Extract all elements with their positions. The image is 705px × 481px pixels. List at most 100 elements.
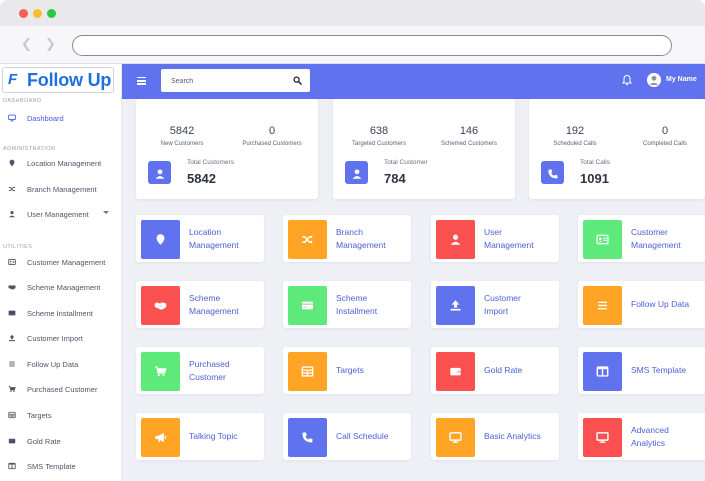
tile-label-line: Management [631,239,681,250]
map-pin-icon [154,233,167,246]
sidebar-item-label: Customer Management [27,257,106,267]
tile-label: Call Schedule [336,413,414,460]
chevron-down-icon[interactable] [103,211,109,214]
sidebar-item-location-management[interactable]: Location Management [0,154,121,172]
tile-label-line: Customer [484,292,521,303]
tile-label: Scheme Installment [336,281,414,328]
credit-card-icon [8,309,16,317]
tile-icon-box [583,286,622,325]
tile-label-line: Management [189,239,239,250]
tile-icon-box [141,418,180,457]
stat-total-value: 5842 [187,171,216,186]
monitor-icon [449,431,462,444]
tile-label-line: Customer [631,226,668,237]
module-tile-scheme-management[interactable]: Scheme Management [136,281,264,328]
sidebar: F Follow Up DASHBOARD ADMINISTRATION UTI… [0,64,122,481]
tile-label: Basic Analytics [484,413,562,460]
stat-label: Completed Calls [642,141,688,147]
search-input[interactable] [171,75,281,87]
stat-label: Schemed Customers [440,141,498,147]
table-icon [301,365,314,378]
tile-label-line: Management [484,239,534,250]
stat-label: Targeted Customers [351,141,407,147]
megaphone-icon [154,431,167,444]
tile-label: Gold Rate [484,347,562,394]
module-tile-gold-rate[interactable]: Gold Rate [431,347,559,394]
avatar[interactable] [647,73,661,87]
tile-icon-box [288,220,327,259]
tile-icon-box [436,352,475,391]
tile-label-line: Talking Topic [189,431,238,441]
address-bar[interactable] [72,35,672,56]
section-heading-utilities: UTILITIES [3,244,33,250]
sidebar-item-targets[interactable]: Targets [0,406,121,424]
sidebar-item-gold-rate[interactable]: Gold Rate [0,432,121,450]
sidebar-item-branch-management[interactable]: Branch Management [0,180,121,198]
module-tile-customer-import[interactable]: Customer Import [431,281,559,328]
minimize-window-button[interactable] [33,9,42,18]
module-tile-call-schedule[interactable]: Call Schedule [283,413,411,460]
tile-label-line: User [484,226,502,237]
sidebar-item-dashboard[interactable]: Dashboard [0,109,121,127]
module-tile-talking-topic[interactable]: Talking Topic [136,413,264,460]
bell-icon[interactable] [621,74,633,86]
tile-label-line: Scheme [189,292,221,303]
stat-icon-box [345,161,368,184]
stat-icon-box [541,161,564,184]
sidebar-item-scheme-installment[interactable]: Scheme Installment [0,304,121,322]
stat-value: 0 [268,125,276,137]
module-tile-basic-analytics[interactable]: Basic Analytics [431,413,559,460]
tile-icon-box [288,352,327,391]
stat-total-value: 1091 [580,171,609,186]
module-tile-follow-up-data[interactable]: Follow Up Data [578,281,705,328]
sidebar-item-customer-import[interactable]: Customer Import [0,329,121,347]
user-icon [8,210,16,218]
tile-icon-box [436,220,475,259]
sidebar-item-customer-management[interactable]: Customer Management [0,253,121,271]
section-heading-dashboard: DASHBOARD [3,98,42,104]
module-tile-purchased-customer[interactable]: Purchased Customer [136,347,264,394]
tile-label-line: Targets [336,365,364,375]
shuffle-icon [301,233,314,246]
sidebar-item-scheme-management[interactable]: Scheme Management [0,278,121,296]
close-window-button[interactable] [19,9,28,18]
user-name[interactable]: My Name [666,76,697,83]
tile-label-line: SMS Template [631,365,687,375]
maximize-window-button[interactable] [47,9,56,18]
wallet-icon [8,437,16,445]
sidebar-item-follow-up-data[interactable]: Follow Up Data [0,355,121,373]
tile-icon-box [583,352,622,391]
menu-toggle-icon[interactable] [137,77,146,85]
stat-value: 146 [459,125,479,137]
module-tile-targets[interactable]: Targets [283,347,411,394]
module-tile-customer-management[interactable]: Customer Management [578,215,705,262]
tile-label: Talking Topic [189,413,267,460]
module-tile-advanced-analytics[interactable]: Advanced Analytics [578,413,705,460]
stat-card: 5842 New Customers 0 Purchased Customers… [136,99,318,199]
module-tile-user-management[interactable]: User Management [431,215,559,262]
module-tile-scheme-installment[interactable]: Scheme Installment [283,281,411,328]
sidebar-item-purchased-customer[interactable]: Purchased Customer [0,380,121,398]
sidebar-item-label: SMS Template [27,461,76,471]
browser-titlebar [0,0,705,26]
sidebar-item-user-management[interactable]: User Management [0,205,121,223]
stat-card: 192 Scheduled Calls 0 Completed Calls To… [529,99,705,199]
module-tile-branch-management[interactable]: Branch Management [283,215,411,262]
tile-label-line: Purchased [189,358,230,369]
top-header: My Name [122,64,705,99]
browser-toolbar: ❮ ❯ [0,26,705,64]
sidebar-item-label: Scheme Installment [27,308,93,318]
stat-value: 5842 [169,125,195,137]
module-tile-sms-template[interactable]: SMS Template [578,347,705,394]
back-arrow-icon[interactable]: ❮ [21,37,32,52]
sidebar-item-label: Location Management [27,158,102,168]
search-icon[interactable] [293,76,302,85]
sidebar-item-sms-template[interactable]: SMS Template [0,457,121,475]
stat-total-label: Total Customer [384,159,428,166]
tile-label-line: Advanced [631,424,669,435]
tile-label-line: Analytics [631,437,666,448]
app-logo[interactable]: F Follow Up [2,67,114,93]
module-tile-location-management[interactable]: Location Management [136,215,264,262]
cart-icon [8,385,16,393]
forward-arrow-icon[interactable]: ❯ [45,37,56,52]
